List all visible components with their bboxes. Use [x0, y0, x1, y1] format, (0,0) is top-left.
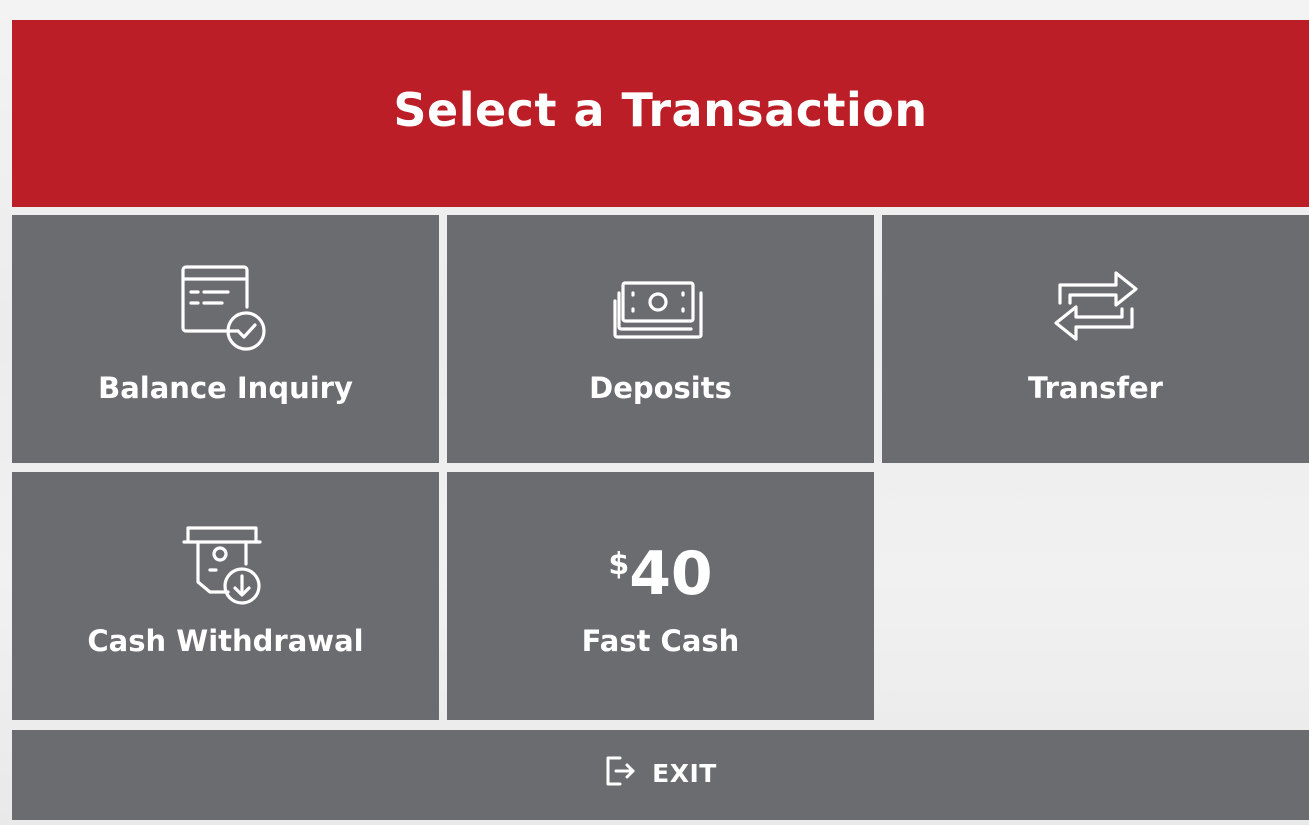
exit-content: EXIT [604, 754, 717, 792]
cash-stack-icon [447, 265, 874, 355]
transfer-button[interactable]: Transfer [882, 215, 1309, 463]
transfer-arrows-icon [882, 265, 1309, 355]
exit-door-icon [604, 754, 638, 792]
currency-symbol: $ [608, 547, 630, 582]
exit-button[interactable]: EXIT [12, 730, 1309, 820]
fast-cash-label: Fast Cash [581, 624, 740, 658]
page-title: Select a Transaction [393, 82, 928, 137]
header-banner: Select a Transaction [12, 20, 1309, 207]
transfer-label: Transfer [1028, 371, 1163, 405]
cash-withdrawal-button[interactable]: Cash Withdrawal [12, 472, 439, 720]
fast-cash-value: 40 [629, 539, 713, 609]
fast-cash-amount: $40 [447, 544, 874, 604]
balance-inquiry-button[interactable]: Balance Inquiry [12, 215, 439, 463]
statement-check-icon [12, 265, 439, 355]
deposits-label: Deposits [589, 371, 732, 405]
deposits-button[interactable]: Deposits [447, 215, 874, 463]
atm-screen: Select a Transaction Balance Inquiry Dep… [0, 0, 1309, 825]
cash-withdrawal-label: Cash Withdrawal [87, 624, 364, 658]
exit-label: EXIT [652, 758, 717, 788]
atm-withdraw-icon [12, 522, 439, 612]
balance-inquiry-label: Balance Inquiry [98, 371, 353, 405]
fast-cash-button[interactable]: $40 Fast Cash [447, 472, 874, 720]
